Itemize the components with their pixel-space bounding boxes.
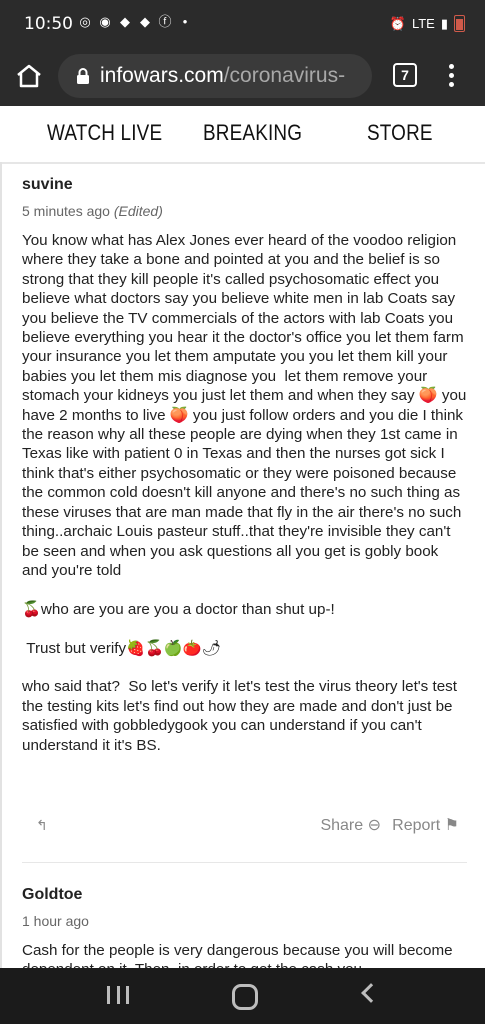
battery-icon	[454, 15, 465, 32]
back-icon[interactable]	[361, 983, 381, 1003]
url-host: infowars.com	[100, 64, 224, 87]
comment: suvine 5 minutes ago (Edited) You know w…	[22, 176, 467, 755]
url-text: infowars.com/coronavirus-	[100, 64, 345, 88]
flag-icon: ⚑	[444, 817, 459, 834]
status-time: 10:50	[24, 14, 73, 34]
tab-switcher-button[interactable]: 7	[393, 63, 417, 87]
comment-divider	[22, 862, 467, 863]
comment: Goldtoe 1 hour ago Cash for the people i…	[22, 886, 467, 980]
comment-author[interactable]: suvine	[22, 176, 467, 194]
comment-actions: ↰ Share ⊖ Report ⚑	[22, 815, 467, 839]
overflow-menu-icon[interactable]	[444, 62, 458, 90]
discord-icon: ◆	[140, 14, 150, 29]
nav-breaking[interactable]: BREAKING	[203, 120, 302, 146]
site-nav: WATCH LIVE BREAKING STORE	[0, 106, 485, 164]
dot-icon: •	[182, 14, 188, 29]
recent-apps-icon[interactable]	[107, 986, 129, 1004]
url-field[interactable]: infowars.com/coronavirus-	[58, 54, 372, 98]
status-bar: 10:50 ◎ ◉ ◆ ◆ ⓕ • ⏰ LTE ▮	[0, 0, 485, 48]
nav-watch-live[interactable]: WATCH LIVE	[47, 120, 162, 146]
edited-label: (Edited)	[113, 203, 163, 219]
comment-timestamp[interactable]: 1 hour ago	[22, 913, 467, 929]
chrome-icon: ◎	[79, 14, 91, 29]
alarm-icon: ⏰	[389, 15, 406, 31]
network-label: LTE	[411, 16, 435, 31]
system-nav-bar	[0, 968, 485, 1024]
comment-time: 5 minutes ago (Edited)	[22, 203, 467, 219]
report-label: Report	[392, 817, 441, 834]
notification-icons: ◎ ◉ ◆ ◆ ⓕ •	[78, 15, 192, 29]
report-button[interactable]: Report ⚑	[392, 815, 459, 835]
discord-icon: ◆	[120, 14, 130, 29]
facebook-icon: ⓕ	[158, 14, 172, 29]
link-icon: ⊖	[367, 817, 381, 834]
comment-author[interactable]: Goldtoe	[22, 886, 467, 904]
reply-icon[interactable]: ↰	[36, 817, 52, 833]
home-nav-icon[interactable]	[232, 984, 258, 1010]
comment-timestamp[interactable]: 5 minutes ago	[22, 203, 110, 219]
share-button[interactable]: Share ⊖	[320, 815, 381, 835]
browser-toolbar: infowars.com/coronavirus- 7	[0, 48, 485, 106]
signal-icon: ▮	[440, 15, 448, 31]
nav-store[interactable]: STORE	[367, 120, 433, 146]
home-icon[interactable]	[14, 61, 44, 91]
comment-body: You know what has Alex Jones ever heard …	[22, 232, 467, 754]
lock-icon	[77, 68, 89, 84]
url-path: /coronavirus-	[223, 64, 346, 87]
notification-app-icon: ◉	[99, 14, 111, 29]
thread-line	[0, 162, 2, 970]
share-label: Share	[320, 817, 364, 834]
status-right: ⏰ LTE ▮	[390, 15, 465, 32]
